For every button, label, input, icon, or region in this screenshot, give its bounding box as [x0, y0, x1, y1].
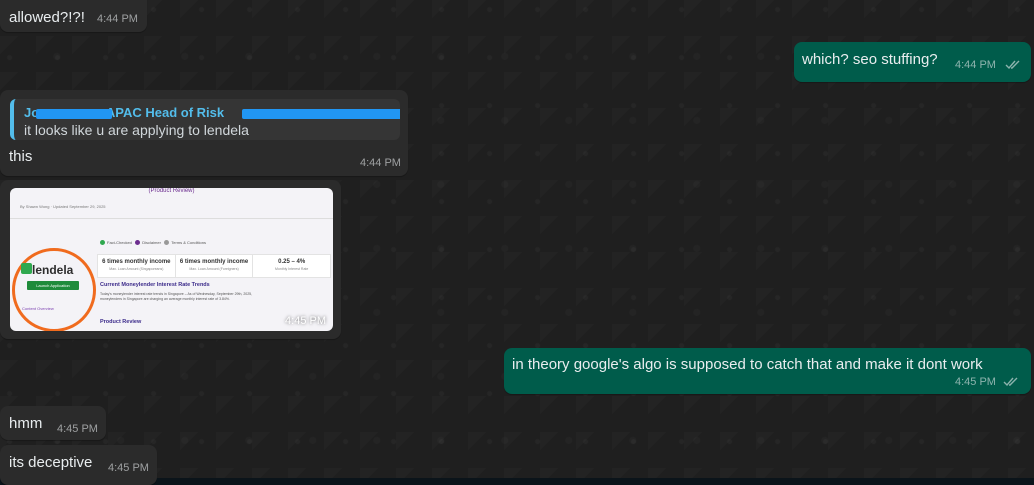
message-time: 4:45 PM: [57, 423, 98, 435]
message-text: its deceptive: [9, 454, 93, 471]
quoted-author-role: - APAC Head of Risk: [98, 105, 225, 120]
incoming-message[interactable]: its deceptive 4:45 PM: [0, 445, 157, 485]
quoted-reply-text: it looks like u are applying to lendela: [24, 122, 249, 138]
message-text: allowed?!?!: [9, 9, 85, 26]
product-review-heading: Product Review: [100, 319, 142, 325]
message-text: this: [9, 148, 33, 165]
read-receipt-icon: [1005, 60, 1020, 70]
stat-label: Monthly Interest Rate: [275, 267, 309, 271]
stat-value: 6 times monthly income: [179, 259, 249, 265]
trend-title: Current Moneylender Interest Rate Trends: [100, 282, 210, 288]
pill-label: Disclaimer: [142, 240, 161, 245]
stat-label: Max. Loan Amount (Foreigners): [189, 267, 239, 271]
image-divider: [10, 218, 333, 219]
message-time: 4:45 PM: [285, 315, 326, 327]
redaction-bar: [36, 109, 112, 119]
message-time: 4:44 PM: [97, 13, 138, 25]
launch-application-button: Launch Application: [27, 281, 79, 290]
incoming-image-message[interactable]: (Product Review) By Shawn Wong · Updated…: [0, 180, 341, 339]
image-pills: Fact-Checked Disclaimer Terms & Conditio…: [100, 240, 206, 246]
quoted-reply-author: Jo - APAC Head of Risk: [24, 105, 400, 120]
outgoing-message[interactable]: in theory google's algo is supposed to c…: [504, 348, 1031, 394]
check-icon: [100, 240, 105, 246]
stat-cell: 0.25 – 4% Monthly Interest Rate: [253, 255, 330, 277]
stats-row: 6 times monthly income Max. Loan Amount …: [97, 254, 331, 278]
read-receipt-icon: [1003, 377, 1018, 387]
redaction-bar: [242, 109, 400, 119]
message-time: 4:45 PM: [955, 376, 996, 388]
image-caption: (Product Review): [148, 188, 195, 194]
message-text: which? seo stuffing?: [802, 51, 938, 68]
doc-icon: [164, 240, 170, 246]
quoted-reply[interactable]: Jo - APAC Head of Risk it looks like u a…: [10, 99, 400, 140]
message-text: in theory google's algo is supposed to c…: [512, 356, 983, 373]
image-thumbnail[interactable]: (Product Review) By Shawn Wong · Updated…: [10, 188, 333, 331]
stat-cell: 6 times monthly income Max. Loan Amount …: [98, 255, 176, 277]
image-byline: By Shawn Wong · Updated September 29, 20…: [20, 204, 106, 209]
content-overview-label: Content Overview: [22, 306, 54, 311]
incoming-message[interactable]: allowed?!?! 4:44 PM: [0, 0, 147, 32]
lendela-logo-icon: [21, 263, 32, 274]
incoming-message-with-reply[interactable]: Jo - APAC Head of Risk it looks like u a…: [0, 90, 408, 176]
stat-cell: 6 times monthly income Max. Loan Amount …: [176, 255, 254, 277]
pill-label: Fact-Checked: [107, 240, 132, 245]
stat-label: Max. Loan Amount (Singaporeans): [109, 267, 164, 271]
incoming-message[interactable]: hmm 4:45 PM: [0, 406, 106, 440]
brand-name: lendela: [32, 263, 74, 277]
stat-value: 0.25 – 4%: [278, 259, 306, 265]
message-time: 4:44 PM: [360, 157, 401, 169]
pill-label: Terms & Conditions: [171, 240, 206, 245]
message-text: hmm: [9, 415, 43, 432]
stat-value: 6 times monthly income: [102, 259, 171, 265]
outgoing-message[interactable]: which? seo stuffing? 4:44 PM: [794, 42, 1031, 82]
trend-body: Today's moneylender interest rate trends…: [100, 292, 253, 301]
info-icon: [135, 240, 141, 246]
message-time: 4:45 PM: [108, 462, 149, 474]
message-time: 4:44 PM: [955, 59, 996, 71]
